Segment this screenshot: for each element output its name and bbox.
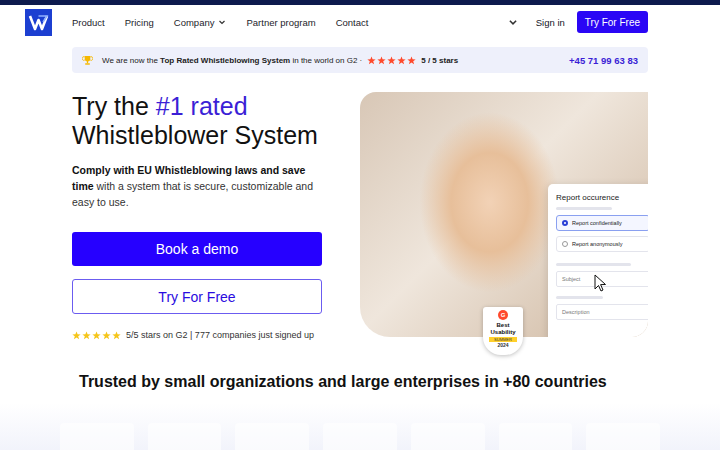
try-for-free-button[interactable]: Try For Free — [577, 11, 648, 33]
cursor-icon — [594, 274, 608, 292]
banner-rating: 5 / 5 stars — [421, 56, 458, 65]
hero-photo: Report occurence Report confidentially Rep… — [360, 92, 648, 337]
radio-button[interactable] — [562, 220, 568, 226]
nav-link[interactable]: Contact — [336, 17, 369, 28]
form-title: Report occurence — [556, 193, 648, 202]
star-icon — [72, 331, 81, 340]
badge-season: SUMMER — [489, 337, 517, 342]
badge-line: Best — [496, 322, 509, 329]
lead-rest: with a system that is secure, customizab… — [72, 180, 313, 208]
hero-left: Try the #1 ratedWhistleblower System Comp… — [72, 92, 322, 340]
nav-link-label[interactable]: Contact — [336, 17, 369, 28]
nav-right: Sign in Try For Free — [508, 11, 648, 33]
placeholder-bar — [556, 296, 603, 299]
option-label: Report confidentially — [572, 220, 622, 226]
badge-year: 2024 — [497, 342, 508, 348]
logo-band — [0, 403, 720, 450]
logo-card — [235, 423, 309, 450]
badge-line: Usability — [490, 329, 515, 336]
logo-card — [323, 423, 397, 450]
trophy-icon — [82, 55, 93, 66]
nav-link-label[interactable]: Partner program — [246, 17, 315, 28]
radio-button[interactable] — [562, 241, 568, 247]
nav-link-label[interactable]: Pricing — [125, 17, 154, 28]
star-icon — [367, 56, 376, 65]
report-form: Report occurence Report confidentially Rep… — [548, 184, 648, 337]
nav-link[interactable]: Product — [72, 17, 105, 28]
banner-text: We are now the Top Rated Whistleblowing … — [102, 56, 362, 65]
report-option[interactable]: Report anonymously — [556, 236, 648, 252]
logo-card — [60, 423, 134, 450]
hero: Try the #1 ratedWhistleblower System Comp… — [0, 73, 720, 340]
title-line2: Whistleblower System — [72, 121, 318, 149]
chevron-down-icon — [218, 18, 226, 26]
trusted-heading: Trusted by small organizations and large… — [79, 373, 720, 391]
g2-logo: G — [498, 310, 508, 320]
phone-number[interactable]: +45 71 99 63 83 — [569, 55, 638, 66]
navbar: Product Pricing Company Partner program Cont… — [0, 5, 720, 39]
hero-rating: 5/5 stars on G2 | 777 companies just sig… — [72, 330, 322, 340]
star-rating — [367, 56, 416, 65]
option-label: Report anonymously — [572, 241, 622, 247]
hero-title: Try the #1 ratedWhistleblower System — [72, 92, 322, 150]
star-icon — [82, 331, 91, 340]
rating-text: 5/5 stars on G2 | 777 companies just sig… — [126, 330, 314, 340]
star-rating — [72, 331, 121, 340]
logo-card — [499, 423, 573, 450]
report-option[interactable]: Report confidentially — [556, 215, 648, 231]
star-icon — [92, 331, 101, 340]
star-icon — [387, 56, 396, 65]
title-highlight: #1 rated — [156, 92, 248, 120]
language-chevron-icon — [508, 17, 518, 27]
logo-card — [586, 423, 660, 450]
hero-lead: Comply with EU Whistleblowing laws and s… — [72, 162, 322, 210]
top-bar — [0, 0, 720, 5]
logo-icon — [25, 9, 52, 36]
book-demo-button[interactable]: Book a demo — [72, 232, 322, 266]
try-free-button[interactable]: Try For Free — [72, 279, 322, 314]
nav-link[interactable]: Company — [174, 17, 227, 28]
star-icon — [377, 56, 386, 65]
star-icon — [102, 331, 111, 340]
g2-badge: G BestUsabilitySUMMER2024 — [483, 307, 523, 355]
logo-card — [148, 423, 222, 450]
hero-visual: Report occurence Report confidentially Rep… — [360, 92, 648, 337]
title-prefix: Try the — [72, 92, 156, 120]
star-icon — [407, 56, 416, 65]
sign-in-link[interactable]: Sign in — [536, 17, 565, 28]
banner-prefix: We are now the — [102, 56, 160, 65]
banner-suffix: in the world on G2 · — [290, 56, 362, 65]
form-field[interactable]: Description — [556, 304, 648, 320]
placeholder-bar — [556, 207, 612, 210]
nav-link-label[interactable]: Product — [72, 17, 105, 28]
nav-link-label[interactable]: Company — [174, 17, 215, 28]
star-icon — [397, 56, 406, 65]
logo-card — [411, 423, 485, 450]
nav-link[interactable]: Partner program — [246, 17, 315, 28]
star-icon — [112, 331, 121, 340]
announcement-banner: We are now the Top Rated Whistleblowing … — [72, 47, 648, 73]
banner-strong: Top Rated Whistleblowing System — [160, 56, 290, 65]
placeholder-bar — [556, 263, 631, 266]
nav-links: Product Pricing Company Partner program Cont… — [72, 17, 368, 28]
nav-link[interactable]: Pricing — [125, 17, 154, 28]
